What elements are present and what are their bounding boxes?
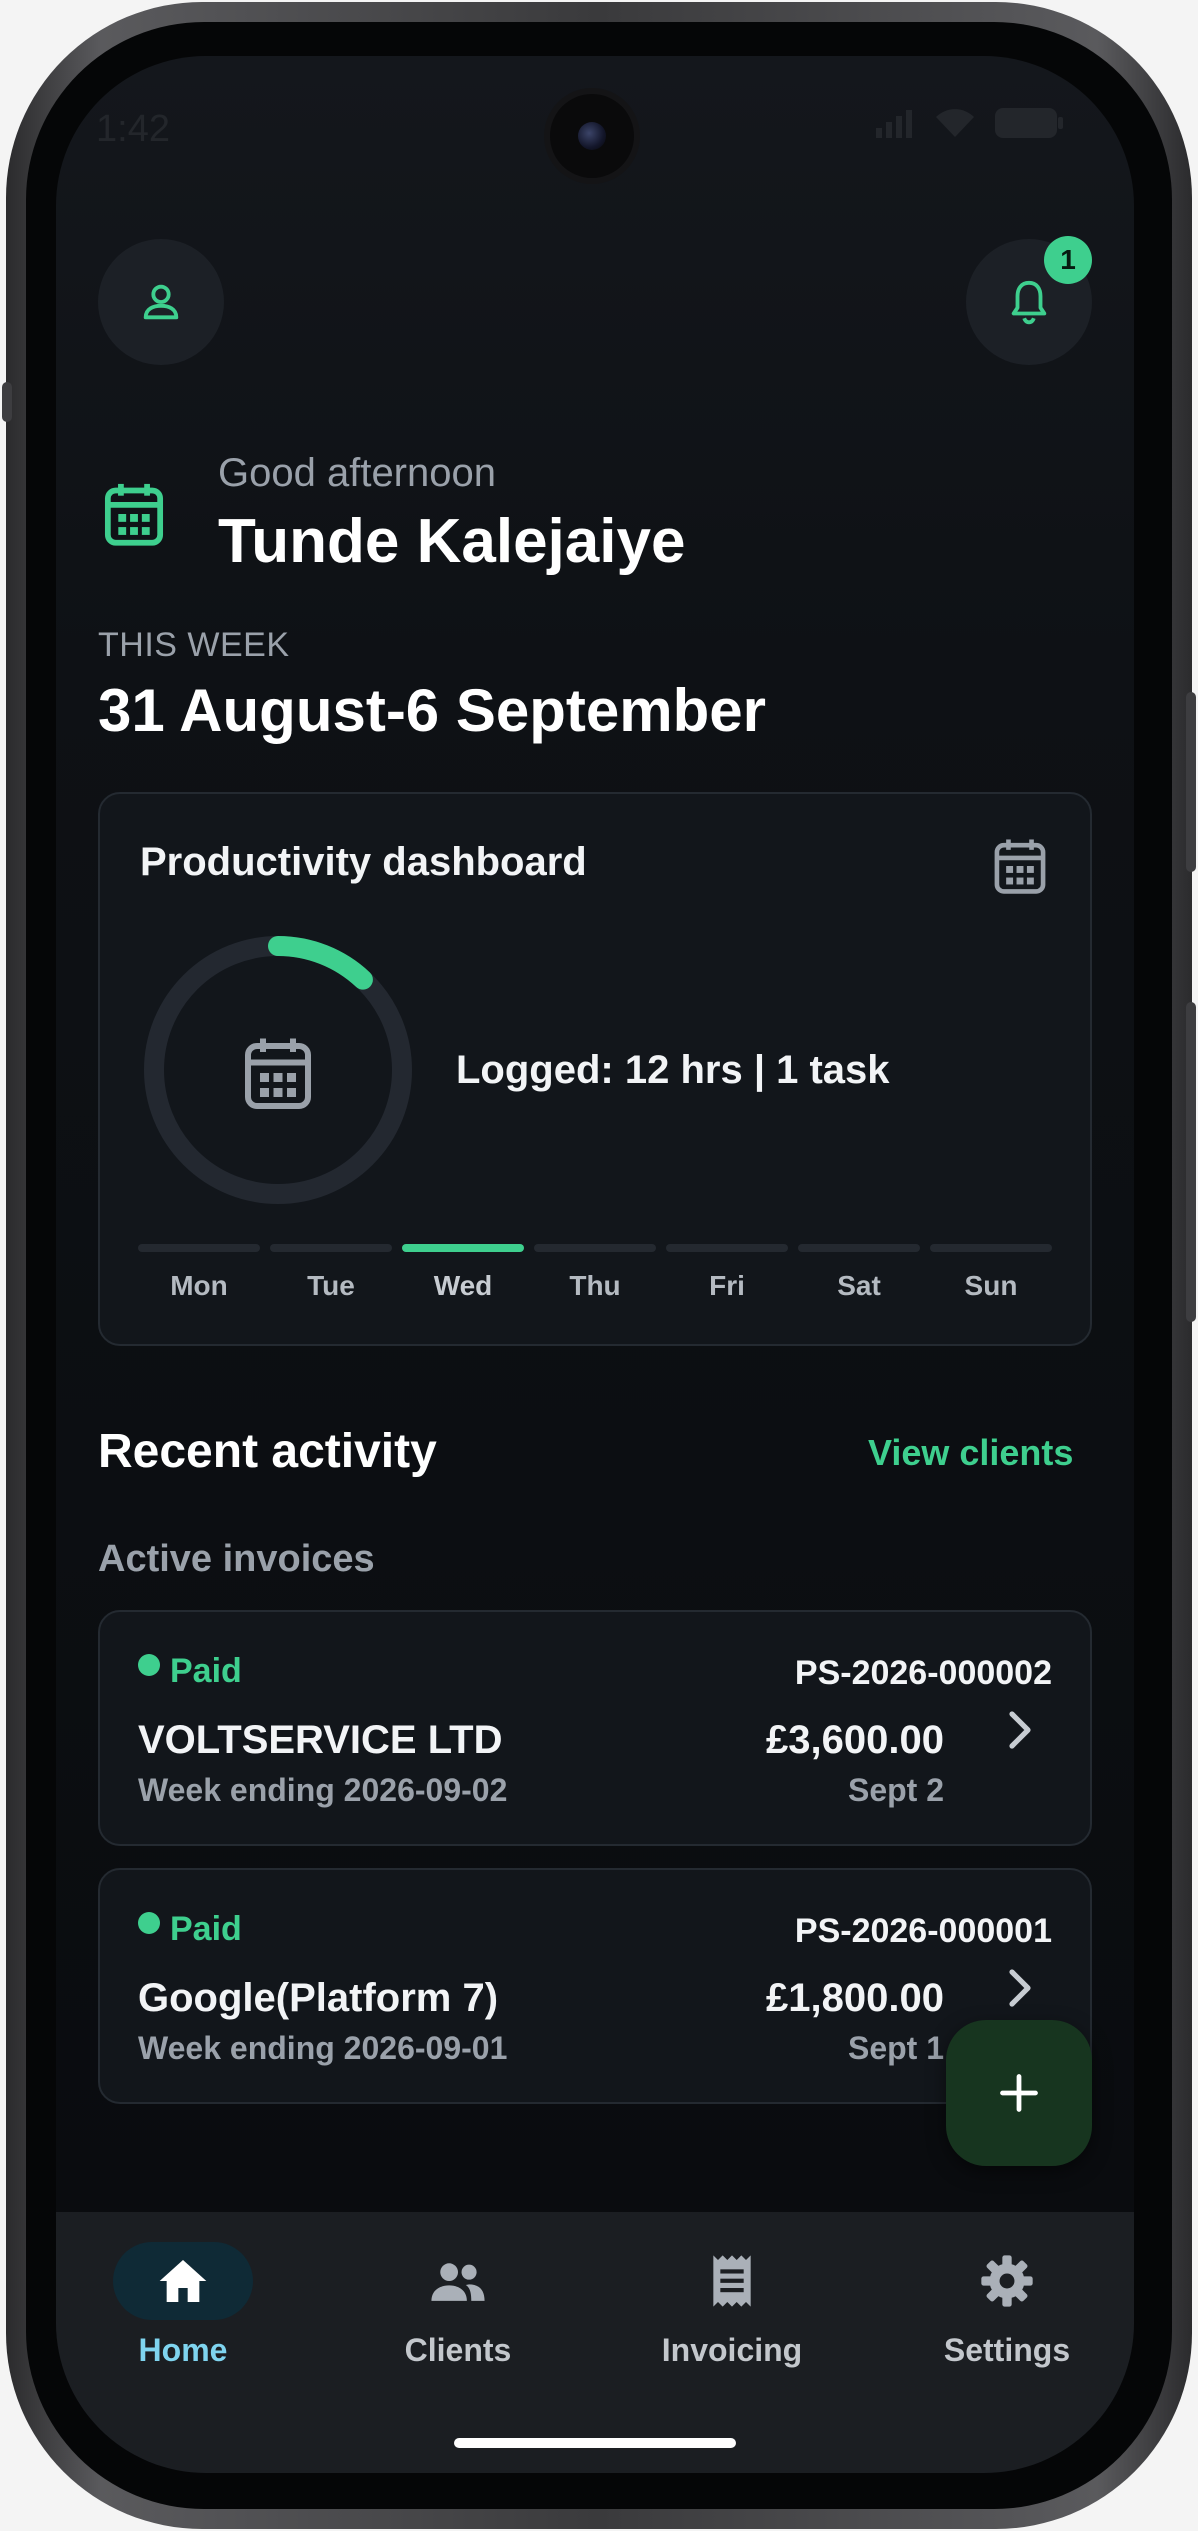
- nav-settings[interactable]: Settings: [897, 2242, 1117, 2369]
- week-range: 31 August-6 September: [98, 677, 766, 744]
- status-dot: [138, 1912, 160, 1934]
- day-label: Thu: [569, 1270, 621, 1301]
- invoice-id: PS-2026-000002: [794, 1654, 1052, 1692]
- profile-button[interactable]: [98, 239, 224, 365]
- chevron-right-icon: [1009, 1969, 1031, 2007]
- user-name: Tunde Kalejaiye: [218, 507, 686, 576]
- user-icon: [143, 284, 179, 320]
- day-bar: [402, 1244, 524, 1252]
- nav-pill: [662, 2242, 802, 2320]
- home-indicator: [454, 2438, 736, 2448]
- invoice-date: Sept 1: [847, 2030, 944, 2066]
- day-tue[interactable]: Tue: [270, 1244, 392, 1302]
- invoice-amount: £3,600.00: [766, 1718, 944, 1762]
- side-button: [1186, 692, 1196, 872]
- nav-pill: [388, 2242, 528, 2320]
- plus-icon: [1000, 2074, 1038, 2112]
- nav-pill: [937, 2242, 1077, 2320]
- calendar-icon: [245, 1038, 311, 1109]
- people-icon: [431, 2263, 485, 2301]
- day-label: Tue: [307, 1270, 355, 1301]
- progress-ring: [144, 936, 412, 1204]
- view-clients-link[interactable]: View clients: [868, 1432, 1073, 1474]
- nav-invoicing[interactable]: Invoicing: [622, 2242, 842, 2369]
- day-label: Wed: [433, 1270, 493, 1301]
- day-bar: [930, 1244, 1052, 1252]
- home-icon: [159, 2260, 207, 2302]
- side-button: [1186, 1002, 1196, 1322]
- nav-label: Invoicing: [661, 2332, 803, 2368]
- productivity-title: Productivity dashboard: [140, 840, 587, 884]
- day-label: Sun: [964, 1270, 1018, 1301]
- invoice-week: Week ending 2026-09-01: [138, 2030, 508, 2066]
- day-bar: [270, 1244, 392, 1252]
- status-dot: [138, 1654, 160, 1676]
- receipt-icon: [713, 2255, 751, 2307]
- invoice-id: PS-2026-000001: [794, 1912, 1052, 1950]
- day-fri[interactable]: Fri: [666, 1244, 788, 1302]
- bell-icon: [1011, 280, 1047, 325]
- signal-icon: [876, 110, 912, 138]
- day-mon[interactable]: Mon: [138, 1244, 260, 1302]
- calendar-icon[interactable]: [992, 836, 1048, 896]
- logged-summary: Logged: 12 hrs | 1 task: [456, 1048, 890, 1092]
- day-sun[interactable]: Sun: [930, 1244, 1052, 1302]
- notification-badge: 1: [1044, 236, 1092, 284]
- status-time: 1:42: [96, 108, 170, 150]
- nav-clients[interactable]: Clients: [348, 2242, 568, 2369]
- active-invoices-heading: Active invoices: [98, 1538, 375, 1580]
- invoice-status: Paid: [138, 1652, 242, 1691]
- chevron-right-icon: [1009, 1711, 1031, 1749]
- invoice-card[interactable]: Paid PS-2026-000001 Google(Platform 7) £…: [98, 1868, 1092, 2104]
- nav-pill: [113, 2242, 253, 2320]
- add-button[interactable]: [946, 2020, 1092, 2166]
- nav-label: Home: [138, 2332, 228, 2368]
- nav-label: Clients: [404, 2332, 512, 2368]
- day-label: Sat: [837, 1270, 881, 1301]
- day-bar: [534, 1244, 656, 1252]
- day-thu[interactable]: Thu: [534, 1244, 656, 1302]
- greeting-text: Good afternoon: [218, 451, 496, 495]
- productivity-card: Productivity dashboard Logged: 12 hrs | …: [98, 792, 1092, 1346]
- invoice-status: Paid: [138, 1910, 242, 1949]
- invoice-card[interactable]: Paid PS-2026-000002 VOLTSERVICE LTD £3,6…: [98, 1610, 1092, 1846]
- gear-icon: [981, 2255, 1033, 2307]
- invoice-week: Week ending 2026-09-02: [138, 1772, 508, 1808]
- invoice-client: Google(Platform 7): [138, 1976, 499, 2020]
- calendar-icon: [104, 483, 164, 546]
- invoice-date: Sept 2: [847, 1772, 944, 1808]
- wifi-icon: [936, 109, 974, 137]
- day-bar: [138, 1244, 260, 1252]
- invoice-amount: £1,800.00: [766, 1976, 944, 2020]
- front-camera: [550, 94, 634, 178]
- side-button: [2, 382, 12, 422]
- bottom-navigation: Home Clients Invoicing Settings: [56, 2212, 1134, 2473]
- weekday-strip: Mon Tue Wed Thu Fri Sat Sun: [138, 1244, 1052, 1302]
- week-label: THIS WEEK: [98, 626, 290, 664]
- status-icons: [876, 106, 1064, 140]
- invoice-client: VOLTSERVICE LTD: [138, 1718, 503, 1762]
- day-bar: [666, 1244, 788, 1252]
- day-wed[interactable]: Wed: [402, 1244, 524, 1302]
- recent-activity-title: Recent activity: [98, 1425, 437, 1478]
- day-label: Fri: [709, 1270, 745, 1301]
- app-screen: 1:42 1 Good afternoon Tunde Kalejaiye TH…: [56, 56, 1134, 2473]
- nav-label: Settings: [943, 2332, 1071, 2368]
- battery-icon: [995, 108, 1063, 138]
- day-bar: [798, 1244, 920, 1252]
- day-label: Mon: [170, 1270, 228, 1301]
- nav-home[interactable]: Home: [73, 2242, 293, 2369]
- day-sat[interactable]: Sat: [798, 1244, 920, 1302]
